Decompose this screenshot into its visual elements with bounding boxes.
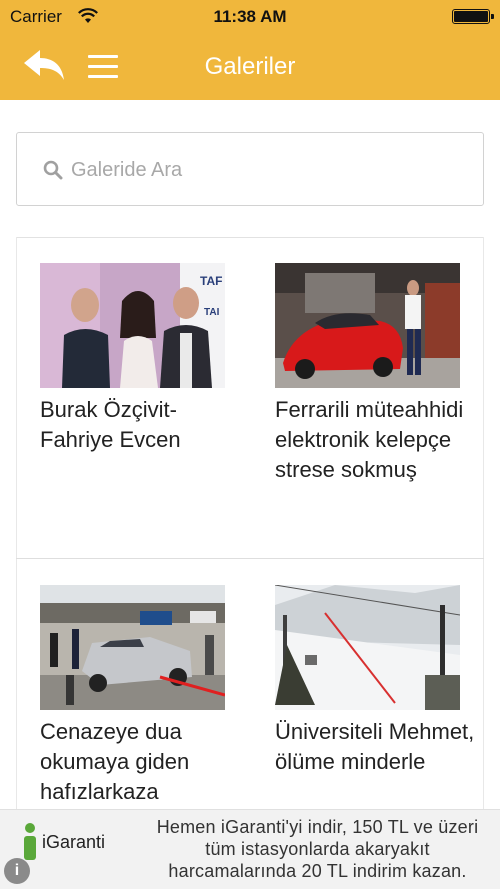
search-icon (43, 160, 63, 180)
gallery-item-title: Burak Özçivit-Fahriye Evcen (40, 397, 181, 452)
ad-text: Hemen iGaranti'yi indir, 150 TL ve üzeri… (156, 817, 479, 881)
gallery-thumbnail (275, 263, 460, 388)
igaranti-logo-icon (24, 823, 36, 860)
back-arrow-icon (24, 50, 64, 80)
gallery-border-right (483, 237, 484, 809)
menu-button[interactable] (86, 52, 120, 80)
gallery-item-title: Cenazeye dua okumaya giden hafızlarkaza (40, 719, 190, 804)
info-icon[interactable]: i (4, 858, 30, 884)
search-box[interactable] (16, 132, 484, 206)
battery-icon (452, 9, 494, 24)
ad-brand: iGaranti (42, 832, 106, 852)
ad-logo: iGaranti (18, 820, 128, 864)
status-bar: Carrier 11:38 AM (0, 0, 500, 34)
hamburger-menu-icon (88, 55, 118, 58)
back-button[interactable] (22, 48, 66, 84)
ad-banner[interactable]: iGaranti Hemen iGaranti'yi indir, 150 TL… (0, 809, 500, 889)
gallery-divider (16, 237, 484, 238)
search-input[interactable] (71, 153, 461, 187)
gallery-thumbnail (275, 585, 460, 710)
svg-text:TAI: TAI (204, 307, 220, 318)
status-time: 11:38 AM (213, 7, 287, 26)
gallery-item-title: Ferrarili müteahhidi elektronik kelepçe … (275, 397, 464, 482)
svg-text:TAF: TAF (200, 274, 222, 288)
page-title: Galeriler (204, 53, 296, 80)
navigation-bar: Carrier 11:38 AM Galeriler (0, 0, 500, 100)
gallery-border-left (16, 237, 17, 809)
gallery-row-divider (16, 558, 484, 559)
gallery-thumbnail: TAF TAI (40, 263, 225, 388)
gallery-thumbnail (40, 585, 225, 710)
gallery-item-title: Üniversiteli Mehmet, ölüme minderle (275, 719, 475, 774)
